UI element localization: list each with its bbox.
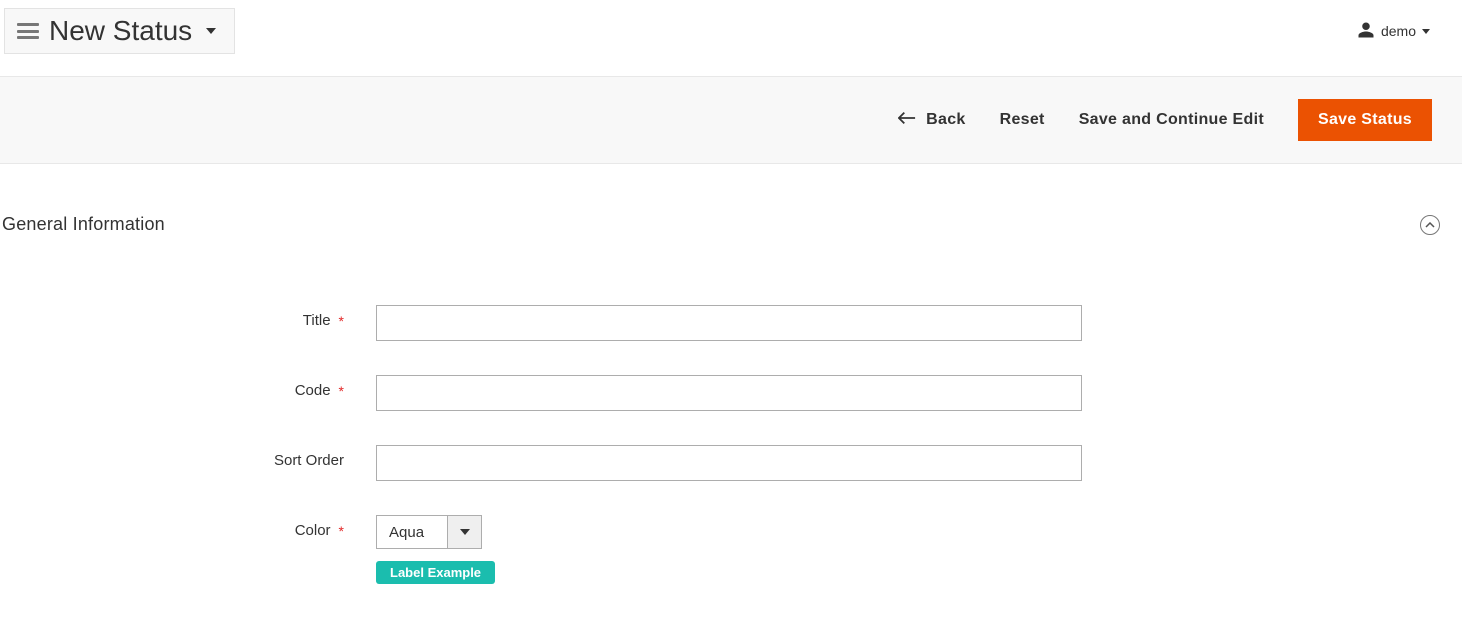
collapse-section-button[interactable]	[1420, 215, 1440, 235]
action-bar: Back Reset Save and Continue Edit Save S…	[0, 76, 1462, 164]
chevron-up-icon	[1425, 222, 1435, 228]
required-star: *	[339, 523, 344, 539]
required-star: *	[339, 313, 344, 329]
back-label: Back	[926, 111, 965, 129]
caret-down-icon	[206, 28, 216, 34]
color-value: Aqua	[377, 516, 447, 548]
required-star: *	[339, 383, 344, 399]
user-name: demo	[1381, 23, 1416, 39]
back-button[interactable]: Back	[898, 111, 965, 130]
sort-order-input[interactable]	[376, 445, 1082, 481]
hamburger-icon	[17, 23, 39, 39]
save-continue-button[interactable]: Save and Continue Edit	[1079, 111, 1264, 129]
page-title-dropdown[interactable]: New Status	[4, 8, 235, 54]
reset-label: Reset	[1000, 111, 1045, 129]
title-label: Title	[303, 312, 331, 329]
arrow-left-icon	[898, 111, 916, 130]
color-select[interactable]: Aqua	[376, 515, 482, 549]
section-title: General Information	[2, 214, 165, 235]
color-dropdown-button[interactable]	[447, 516, 481, 548]
save-continue-label: Save and Continue Edit	[1079, 111, 1264, 129]
code-label: Code	[295, 382, 331, 399]
title-input[interactable]	[376, 305, 1082, 341]
reset-button[interactable]: Reset	[1000, 111, 1045, 129]
color-example-badge: Label Example	[376, 561, 495, 584]
save-button[interactable]: Save Status	[1298, 99, 1432, 141]
caret-down-icon	[460, 529, 470, 535]
page-title: New Status	[49, 15, 192, 47]
user-menu[interactable]: demo	[1357, 21, 1430, 42]
color-label: Color	[295, 522, 331, 539]
caret-down-icon	[1422, 29, 1430, 34]
user-icon	[1357, 21, 1375, 42]
code-input[interactable]	[376, 375, 1082, 411]
sort-order-label: Sort Order	[274, 452, 344, 469]
